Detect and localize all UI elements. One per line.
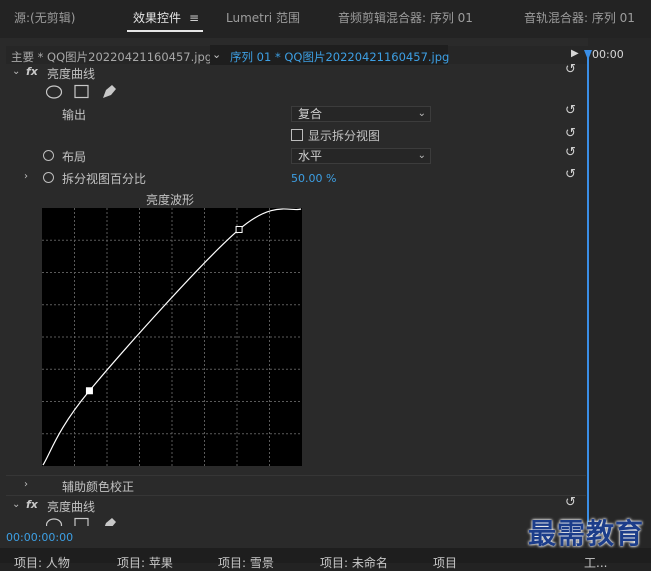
fx-icon[interactable]: fx xyxy=(26,65,38,78)
layout-dropdown[interactable]: 水平 ⌄ xyxy=(291,148,431,164)
effect-title: 亮度曲线 xyxy=(47,500,96,514)
tab-effect-controls[interactable]: 效果控件 ≡ xyxy=(133,9,199,26)
tab-source[interactable]: 源:(无剪辑) xyxy=(14,9,75,26)
tab-lumetri-scopes[interactable]: Lumetri 范围 xyxy=(226,9,300,26)
mask-tools xyxy=(46,84,116,99)
play-triangle-icon[interactable]: ▶ xyxy=(571,48,579,59)
tab-audio-clip-mixer[interactable]: 音频剪辑混合器: 序列 01 xyxy=(338,9,473,26)
playhead-line[interactable] xyxy=(587,52,589,526)
ellipse-mask-icon[interactable] xyxy=(46,518,63,526)
panel-tab-bar: 源:(无剪辑) 效果控件 ≡ Lumetri 范围 音频剪辑混合器: 序列 01 … xyxy=(0,0,651,38)
split-view-checkbox[interactable] xyxy=(291,129,303,141)
chevron-down-icon: ⌄ xyxy=(417,150,426,161)
sequence-clip-label: 序列 01 * QQ图片20220421160457.jpg xyxy=(230,50,450,64)
current-timecode[interactable]: 00:00:00:00 xyxy=(6,531,73,544)
pen-mask-icon[interactable] xyxy=(103,85,116,98)
effect-title: 亮度曲线 xyxy=(47,67,96,81)
fx-icon[interactable]: fx xyxy=(26,498,38,511)
curve-control-point[interactable] xyxy=(85,387,93,395)
reset-icon[interactable]: ↺ xyxy=(565,63,579,76)
secondary-color-label: 辅助颜色校正 xyxy=(62,480,135,494)
ellipse-mask-icon[interactable] xyxy=(46,85,63,99)
curve-graph[interactable] xyxy=(42,208,302,466)
mask-tools xyxy=(46,517,116,527)
watermark-logo: 最需教育 xyxy=(528,517,645,550)
luma-curve-editor[interactable] xyxy=(42,208,302,466)
pen-mask-icon[interactable] xyxy=(103,518,116,526)
tab-effect-controls-label: 效果控件 xyxy=(133,11,182,25)
divider xyxy=(6,475,586,476)
playhead-handle[interactable] xyxy=(584,50,592,60)
timeline-timecode: 00:00 xyxy=(592,48,624,61)
output-dropdown[interactable]: 复合 ⌄ xyxy=(291,106,431,122)
reset-icon[interactable]: ↺ xyxy=(565,168,579,181)
expand-chevron-icon[interactable]: › xyxy=(24,171,28,182)
curve-control-point[interactable] xyxy=(235,225,243,233)
divider xyxy=(6,495,586,496)
layout-value: 水平 xyxy=(298,149,323,163)
collapse-chevron-icon[interactable]: ⌄ xyxy=(12,66,20,77)
chevron-down-icon[interactable]: ⌄ xyxy=(212,48,221,61)
split-view-label: 显示拆分视图 xyxy=(308,129,381,143)
collapse-chevron-icon[interactable]: ⌄ xyxy=(12,499,20,510)
rectangle-mask-icon[interactable] xyxy=(74,84,89,99)
expand-chevron-icon[interactable]: › xyxy=(24,479,28,490)
split-percent-value[interactable]: 50.00 % xyxy=(291,172,336,185)
output-value: 复合 xyxy=(298,107,323,121)
stopwatch-icon[interactable] xyxy=(43,150,54,161)
split-percent-label: 拆分视图百分比 xyxy=(62,172,147,186)
tab-audio-track-mixer[interactable]: 音轨混合器: 序列 01 xyxy=(524,9,635,26)
curve-title: 亮度波形 xyxy=(146,193,195,207)
reset-icon[interactable]: ↺ xyxy=(565,496,579,509)
panel-menu-icon[interactable]: ≡ xyxy=(189,11,199,25)
reset-icon[interactable]: ↺ xyxy=(565,146,579,159)
active-tab-indicator xyxy=(127,30,203,32)
chevron-down-icon: ⌄ xyxy=(417,108,426,119)
rectangle-mask-icon[interactable] xyxy=(74,517,89,527)
master-clip-label[interactable]: 主要 * QQ图片20220421160457.jpg xyxy=(11,49,212,65)
stopwatch-icon[interactable] xyxy=(43,172,54,183)
reset-icon[interactable]: ↺ xyxy=(565,127,579,140)
reset-icon[interactable]: ↺ xyxy=(565,104,579,117)
mini-timeline[interactable] xyxy=(588,38,651,548)
output-label: 输出 xyxy=(62,108,87,122)
layout-label: 布局 xyxy=(62,150,87,164)
